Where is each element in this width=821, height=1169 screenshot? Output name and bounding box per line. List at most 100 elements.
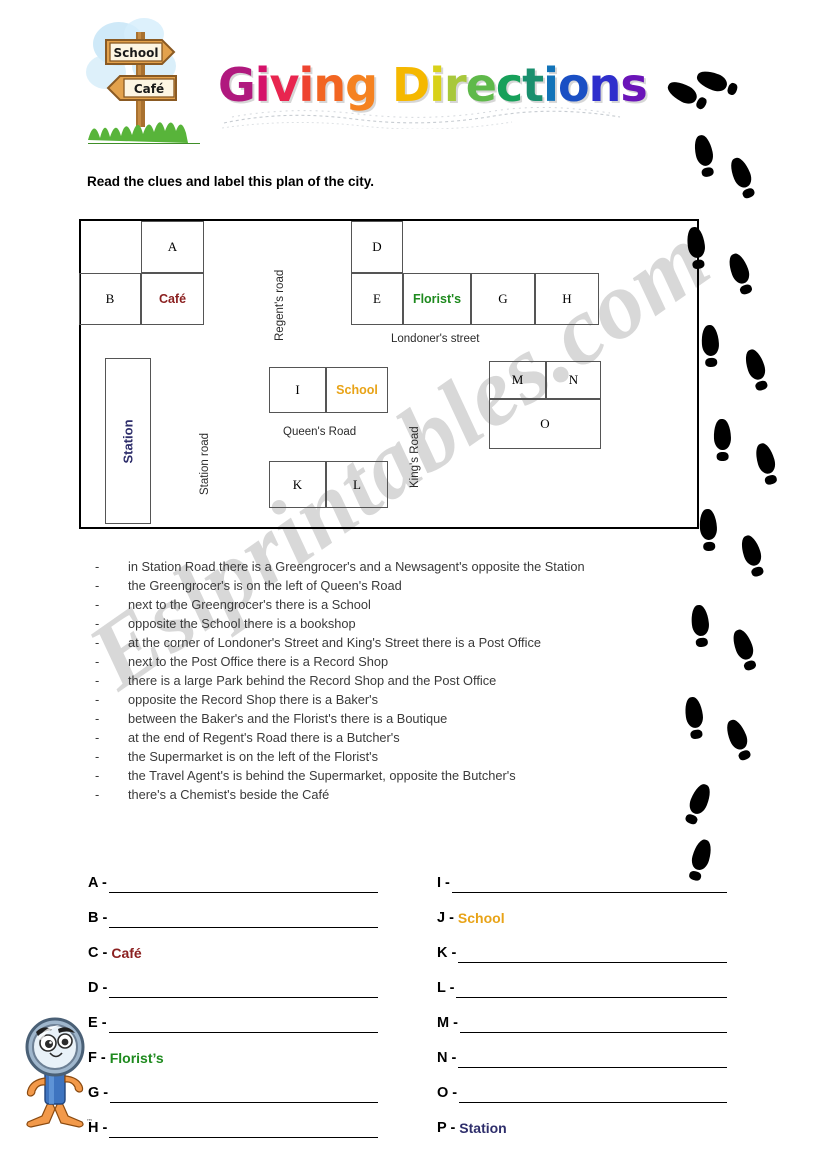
footprint-icon bbox=[724, 249, 756, 297]
clue-item: - opposite the School there is a bookshop bbox=[95, 614, 735, 633]
footprint-icon bbox=[751, 439, 780, 486]
clue-bullet: - bbox=[95, 616, 100, 631]
footprint-heel bbox=[716, 451, 729, 462]
footprint-icon bbox=[712, 417, 732, 462]
road-label-regents-road: Regent's road bbox=[274, 269, 286, 341]
answer-row-a: A - bbox=[88, 858, 378, 893]
clue-item: - there is a large Park behind the Record… bbox=[95, 671, 735, 690]
clue-item: - the Greengrocer's is on the left of Que… bbox=[95, 576, 735, 595]
map-cell-florists[interactable]: Florist's bbox=[403, 273, 471, 325]
footprint-heel bbox=[741, 186, 756, 200]
answer-row-m: M - bbox=[437, 998, 727, 1033]
footprint-sole bbox=[685, 225, 707, 260]
answer-letter: B - bbox=[88, 910, 108, 926]
map-cell-h-label: H bbox=[562, 291, 572, 306]
map-cell-o[interactable]: O bbox=[489, 399, 601, 449]
footprint-icon bbox=[725, 153, 758, 201]
map-cell-i[interactable]: I bbox=[269, 367, 326, 413]
answer-blank-line[interactable] bbox=[459, 1085, 727, 1103]
answer-blank-line[interactable] bbox=[458, 945, 727, 963]
clue-bullet: - bbox=[95, 578, 100, 593]
map-cell-n-label: N bbox=[568, 372, 579, 387]
footprint-heel bbox=[742, 659, 758, 672]
map-cell-g[interactable]: G bbox=[471, 273, 535, 325]
title-letter-8: i bbox=[429, 58, 445, 112]
map-cell-d[interactable]: D bbox=[351, 221, 403, 273]
clue-text: the Greengrocer's is on the left of Quee… bbox=[128, 578, 402, 593]
answer-row-i: I - bbox=[437, 858, 727, 893]
title-underline-decoration bbox=[222, 106, 621, 129]
map-cell-k[interactable]: K bbox=[269, 461, 326, 508]
answer-row-k: K - bbox=[437, 928, 727, 963]
title-letter-13: i bbox=[543, 58, 559, 112]
clue-bullet: - bbox=[95, 768, 100, 783]
map-cell-school[interactable]: School bbox=[326, 367, 388, 413]
answer-column-left: A - B - C - Café D - E -F - Florist’s G -H - bbox=[88, 858, 378, 1138]
map-cell-e[interactable]: E bbox=[351, 273, 403, 325]
answer-row-j: J - School bbox=[437, 893, 727, 928]
map-cell-school-label: School bbox=[336, 383, 378, 397]
map-cell-b[interactable]: B bbox=[79, 273, 141, 325]
footprint-heel bbox=[704, 357, 718, 368]
answer-blank-line[interactable] bbox=[451, 875, 727, 893]
footprint-sole bbox=[752, 441, 778, 476]
footprint-sole bbox=[725, 251, 753, 287]
clue-bullet: - bbox=[95, 597, 100, 612]
title-letter-12: t bbox=[522, 58, 544, 112]
answer-blank-line[interactable] bbox=[108, 1015, 378, 1033]
map-cell-h[interactable]: H bbox=[535, 273, 599, 325]
footprint-sole bbox=[727, 155, 755, 191]
footprint-heel bbox=[684, 812, 699, 826]
map-cell-i-label: I bbox=[295, 382, 300, 397]
clue-item: - opposite the Record Shop there is a Bak… bbox=[95, 690, 735, 709]
clue-item: - there's a Chemist's beside the Café bbox=[95, 785, 735, 804]
answer-row-h: H - bbox=[88, 1103, 378, 1138]
magnifying-glass-mascot: ™ bbox=[25, 1017, 93, 1128]
signpost-clipart: School Café bbox=[86, 18, 200, 144]
map-cell-florists-label: Florist's bbox=[412, 292, 462, 306]
footprint-heel bbox=[691, 259, 706, 270]
clue-item: - in Station Road there is a Greengrocer'… bbox=[95, 557, 735, 576]
title-letter-14: o bbox=[557, 58, 590, 112]
map-cell-b-label: B bbox=[105, 291, 115, 306]
map-cell-cafe[interactable]: Café bbox=[141, 273, 204, 325]
answer-value: School bbox=[457, 910, 505, 926]
title-letter-6 bbox=[377, 62, 392, 108]
answer-value: Café bbox=[111, 945, 142, 961]
answer-blank-line[interactable] bbox=[109, 980, 378, 998]
title-letter-3: i bbox=[298, 58, 315, 112]
footprint-sole bbox=[738, 533, 764, 568]
answer-blank-line[interactable] bbox=[109, 1120, 378, 1138]
map-cell-m[interactable]: M bbox=[489, 361, 546, 399]
answer-letter: I - bbox=[437, 875, 450, 891]
clue-bullet: - bbox=[95, 654, 100, 669]
footprint-heel bbox=[763, 473, 778, 486]
map-cell-n[interactable]: N bbox=[546, 361, 601, 399]
map-cell-e-label: E bbox=[373, 291, 381, 306]
clue-text: opposite the Record Shop there is a Bake… bbox=[128, 692, 378, 707]
answer-blank-line[interactable] bbox=[456, 980, 727, 998]
clue-bullet: - bbox=[95, 749, 100, 764]
answer-blank-line[interactable] bbox=[109, 910, 378, 928]
title-letter-10: e bbox=[465, 58, 497, 112]
clue-bullet: - bbox=[95, 559, 100, 574]
answer-row-e: E - bbox=[88, 998, 378, 1033]
clue-text: between the Baker's and the Florist's th… bbox=[128, 711, 448, 726]
answer-blank-line[interactable] bbox=[110, 1085, 378, 1103]
clue-item: - the Travel Agent's is behind the Superm… bbox=[95, 766, 735, 785]
road-label-station-road: Station road bbox=[199, 432, 211, 495]
map-cell-a[interactable]: A bbox=[141, 221, 204, 273]
map-cell-o-label: O bbox=[540, 416, 550, 431]
map-cell-station[interactable]: Station bbox=[105, 358, 151, 524]
footprint-heel bbox=[738, 283, 754, 296]
answer-blank-line[interactable] bbox=[108, 875, 378, 893]
title-letter-1: i bbox=[254, 58, 271, 112]
map-cell-l[interactable]: L bbox=[326, 461, 388, 508]
answer-letter: C - bbox=[88, 945, 108, 961]
answer-row-o: O - bbox=[437, 1068, 727, 1103]
clue-text: the Travel Agent's is behind the Superma… bbox=[128, 768, 516, 783]
answer-blank-line[interactable] bbox=[459, 1015, 727, 1033]
answer-blank-line[interactable] bbox=[458, 1050, 727, 1068]
answer-row-n: N - bbox=[437, 1033, 727, 1068]
footprint-sole bbox=[713, 418, 732, 451]
